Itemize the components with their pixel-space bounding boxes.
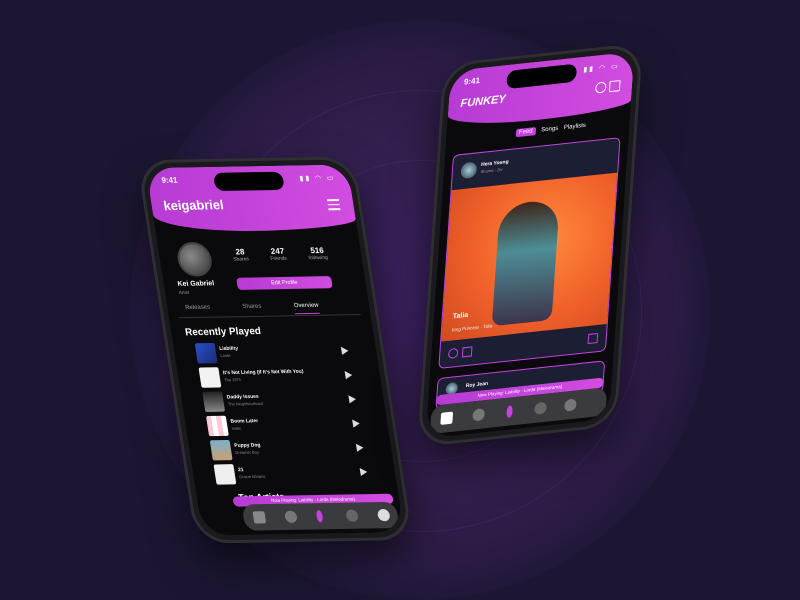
song-title: Liability — [218, 345, 239, 352]
album-art — [205, 415, 229, 437]
bell-icon[interactable] — [345, 509, 360, 522]
album-art — [202, 391, 226, 412]
profile-icon[interactable] — [376, 508, 391, 522]
list-item[interactable]: Puppy Dog Dreamer Boy — [209, 437, 371, 461]
status-time: 9:41 — [160, 175, 179, 185]
status-icons: ▮▮ ◠ ▭ — [583, 63, 620, 74]
song-artist: Gracie Abrams — [238, 473, 266, 480]
profile-role: Artist — [178, 289, 190, 296]
play-icon[interactable] — [352, 419, 361, 428]
tab-songs[interactable]: Songs — [541, 126, 558, 134]
list-item[interactable]: Liability Lorde — [194, 341, 356, 364]
edit-profile-button[interactable]: Edit Profile — [236, 276, 333, 290]
song-title: Puppy Dog — [233, 442, 261, 449]
album-art — [198, 367, 222, 388]
song-title: 21 — [237, 467, 245, 474]
artist-photo — [491, 198, 560, 327]
tab-playlists[interactable]: Playlists — [564, 123, 586, 131]
post-user: Roy Jean — [465, 380, 489, 390]
profile-name: Kei Gabriel — [177, 280, 215, 288]
avatar[interactable] — [175, 241, 215, 277]
avatar[interactable] — [460, 161, 478, 180]
song-title: Boom Later — [230, 418, 259, 425]
status-time: 9:41 — [463, 75, 481, 87]
song-artist: The 1975 — [223, 376, 242, 383]
stat-label: Shares — [232, 256, 250, 263]
song-artist: The Neighbourhood — [227, 400, 264, 407]
feed-header: 9:41 ▮▮ ◠ ▭ FUNKEY — [446, 51, 635, 130]
feed-tabs: Feed Songs Playlists — [515, 122, 590, 138]
menu-icon[interactable] — [326, 199, 341, 213]
post-cover-image[interactable]: Talia King Princess · Talia — [441, 172, 618, 342]
add-icon[interactable] — [284, 510, 298, 523]
play-icon[interactable] — [355, 443, 365, 452]
play-icon[interactable] — [344, 370, 353, 380]
tab-feed[interactable]: Feed — [515, 127, 536, 138]
stat-shares[interactable]: 28 Shares — [220, 247, 262, 263]
download-icon[interactable] — [587, 332, 599, 345]
song-title: It's Not Living (If It's Not With You) — [222, 368, 304, 377]
feed-screen: 9:41 ▮▮ ◠ ▭ FUNKEY Feed Songs Playlists … — [425, 51, 635, 439]
play-icon[interactable] — [340, 346, 350, 355]
feed-post[interactable]: Hera Young Shared · 2hr Talia King Princ… — [438, 137, 621, 370]
stat-label: Friends — [269, 255, 288, 262]
song-title: Daddy Issues — [226, 393, 260, 401]
send-icon[interactable] — [461, 346, 473, 358]
bottom-nav — [241, 501, 400, 531]
list-item[interactable]: 21 Gracie Abrams — [213, 462, 375, 485]
list-item[interactable]: It's Not Living (If It's Not With You) T… — [198, 365, 359, 388]
song-artist: Lorde — [220, 352, 231, 359]
home-icon[interactable] — [440, 411, 454, 425]
search-icon[interactable] — [594, 81, 607, 94]
list-item[interactable]: Daddy Issues The Neighbourhood — [202, 389, 363, 412]
mail-icon[interactable] — [608, 79, 621, 93]
stat-friends[interactable]: 247 Friends — [257, 246, 299, 262]
notch — [212, 171, 285, 192]
stat-following[interactable]: 516 following — [297, 246, 339, 262]
bell-icon[interactable] — [534, 401, 547, 415]
post-song-artist: King Princess · Talia — [451, 323, 493, 333]
list-item[interactable]: Boom Later Isaac — [205, 413, 367, 437]
section-title: Recently Played — [184, 325, 262, 339]
music-icon[interactable] — [315, 510, 324, 523]
status-icons: ▮▮ ◠ ▭ — [299, 174, 337, 183]
play-icon[interactable] — [348, 395, 357, 404]
comment-icon[interactable] — [447, 347, 459, 359]
profile-tabs: Releases Shares Overview — [176, 299, 361, 319]
app-logo: FUNKEY — [460, 93, 507, 111]
play-icon[interactable] — [359, 467, 368, 477]
album-art — [209, 439, 233, 461]
music-icon[interactable] — [506, 405, 513, 418]
add-icon[interactable] — [472, 408, 486, 422]
post-meta: Shared · 2hr — [480, 166, 503, 175]
feed-phone: 9:41 ▮▮ ◠ ▭ FUNKEY Feed Songs Playlists … — [416, 42, 644, 448]
tab-shares[interactable]: Shares — [242, 304, 262, 310]
profile-icon[interactable] — [564, 398, 577, 412]
tab-releases[interactable]: Releases — [185, 305, 211, 311]
stat-label: following — [308, 254, 329, 262]
username: keigabriel — [162, 197, 225, 214]
home-icon[interactable] — [252, 511, 267, 524]
album-art — [213, 464, 237, 485]
tab-overview[interactable]: Overview — [293, 302, 320, 315]
post-song-title: Talia — [452, 311, 469, 321]
song-artist: Isaac — [231, 425, 242, 431]
song-artist: Dreamer Boy — [235, 449, 260, 455]
album-art — [194, 342, 218, 364]
